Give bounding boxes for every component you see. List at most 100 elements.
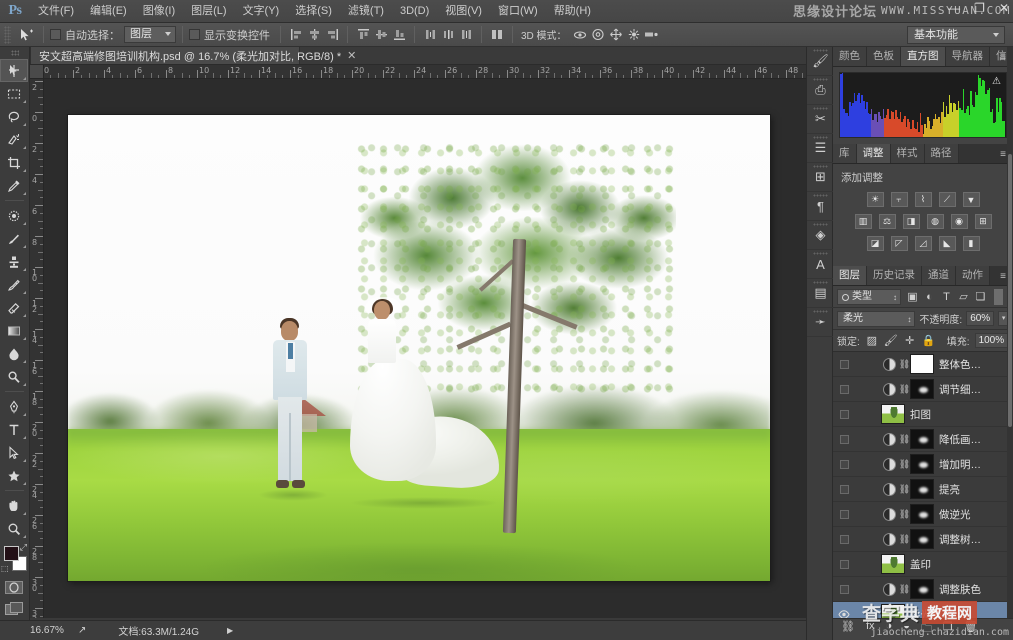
roll-3d-icon[interactable] [589,26,607,44]
timeline-dock-icon[interactable]: ☰ [807,134,834,163]
document-canvas[interactable] [68,115,770,581]
layer-visibility-toggle[interactable] [835,377,853,402]
layer-thumbnail[interactable] [910,354,934,374]
layer-name[interactable]: 增加明… [937,457,981,472]
layer-visibility-toggle[interactable] [835,552,853,577]
options-bar-grip[interactable] [4,25,11,44]
orbit-3d-icon[interactable] [571,26,589,44]
panel-tab-导航器[interactable]: 导航器 [945,47,990,66]
filter-pixel-icon[interactable]: ▣ [904,289,921,305]
menu-item-8[interactable]: 视图(V) [437,0,490,23]
hue-saturation-adj-icon[interactable]: ▥ [854,214,872,229]
layer-name[interactable]: 调节细… [937,382,981,397]
align-middle-v-icon[interactable] [372,26,390,44]
document-tab[interactable]: 安文超高端修图培训机构.psd @ 16.7% (柔光加对比, RGB/8) *… [30,46,356,64]
layer-thumbnail[interactable] [881,404,905,424]
menu-item-7[interactable]: 3D(D) [392,0,437,23]
hand-tool-icon[interactable] [0,494,28,517]
align-bottom-icon[interactable] [390,26,408,44]
layer-row[interactable]: ⛓ 降低画… [833,427,1013,452]
link-layers-icon[interactable]: ⛓ [841,620,855,639]
layer-mask-link-icon[interactable]: ⛓ [899,384,910,395]
curves-adj-icon[interactable]: ⌇ [914,192,932,207]
layer-visibility-toggle[interactable] [835,427,853,452]
type-tool-icon[interactable] [0,418,28,441]
opacity-value[interactable]: 60% [966,311,995,326]
close-document-icon[interactable]: ✕ [347,49,356,62]
custom-shape-tool-icon[interactable] [0,464,28,487]
status-expand-icon[interactable]: ▶ [227,626,233,635]
adjustment-layer-thumbnail[interactable] [883,507,896,521]
layer-row[interactable]: 盖印 [833,552,1013,577]
minimize-icon[interactable]: — [948,1,960,15]
swap-colors-icon[interactable]: ⤢ [20,542,27,553]
menu-item-1[interactable]: 编辑(E) [82,0,135,23]
align-top-icon[interactable] [354,26,372,44]
notes-dock-icon[interactable]: ¶ [807,192,834,221]
panel-tab-路径[interactable]: 路径 [924,144,959,163]
align-center-h-icon[interactable] [305,26,323,44]
lock-transparent-pixels-icon[interactable]: ▨ [865,333,879,348]
layer-visibility-toggle[interactable] [835,352,853,377]
layer-name[interactable]: 调整树… [937,532,981,547]
blur-tool-icon[interactable] [0,342,28,365]
measurement-log-dock-icon[interactable]: ⊞ [807,163,834,192]
workspace-switcher[interactable]: 基本功能 [907,26,1005,44]
zoom-tool-icon[interactable] [0,517,28,540]
screen-mode-icon[interactable] [0,598,28,620]
layer-thumbnail[interactable] [910,454,934,474]
brushes-dock-icon[interactable]: 🖌 [807,47,834,76]
pan-3d-icon[interactable] [607,26,625,44]
gradient-tool-icon[interactable] [0,319,28,342]
menu-item-5[interactable]: 选择(S) [287,0,340,23]
quick-selection-tool-icon[interactable] [0,128,28,151]
vibrance-adj-icon[interactable]: ▼ [962,192,980,207]
layer-name[interactable]: 降低画… [937,432,981,447]
distribute-h-icon[interactable] [488,26,506,44]
path-selection-tool-icon[interactable] [0,441,28,464]
layer-thumbnail[interactable] [881,554,905,574]
slide-3d-icon[interactable] [625,26,643,44]
filter-shape-icon[interactable]: ▱ [955,289,972,305]
layer-mask-link-icon[interactable]: ⛓ [899,434,910,445]
layer-name[interactable]: 整体色… [937,357,981,372]
menu-item-6[interactable]: 滤镜(T) [340,0,392,23]
adjustment-layer-thumbnail[interactable] [883,357,896,371]
adjustment-layer-thumbnail[interactable] [883,382,896,396]
layer-name[interactable]: 调整肤色 [937,582,981,597]
auto-select-checkbox[interactable] [50,29,61,40]
filter-type-icon[interactable]: T [938,289,955,305]
clone-source-dock-icon[interactable]: ⎙ [807,76,834,105]
panel-tab-动作[interactable]: 动作 [956,266,990,285]
align-left-icon[interactable] [287,26,305,44]
selective-color-adj-icon[interactable]: ◣ [938,236,956,251]
vertical-ruler[interactable]: 2 0 2 4 6 8 1​0 1​2 1​4 1​6 1​8 2​0 2​2 2​4 2​6 2​8 3​0 3… [30,79,44,618]
layer-mask-link-icon[interactable]: ⛓ [899,584,910,595]
fill-value[interactable]: 100% [974,333,1009,348]
eyedropper-tool-icon[interactable] [0,174,28,197]
layer-visibility-toggle[interactable] [835,477,853,502]
threshold-adj-icon[interactable]: ◿ [914,236,932,251]
panel-tab-历史记录[interactable]: 历史记录 [867,266,922,285]
menu-item-10[interactable]: 帮助(H) [546,0,599,23]
menu-item-0[interactable]: 文件(F) [30,0,82,23]
layer-name[interactable]: 提亮 [937,482,960,497]
layer-row[interactable]: ⛓ 做逆光 [833,502,1013,527]
layer-filter-kind-dropdown[interactable]: 类型 [837,288,901,305]
distribute-top-icon[interactable] [421,26,439,44]
layer-list[interactable]: ⛓ 整体色… ⛓ 调节细… 扣图 ⛓ 降低画… ⛓ 增加明… ⛓ 提亮 ⛓ 做逆光 ⛓ 调整树… 盖印 ⛓ 调整肤… [833,352,1013,640]
blend-mode-dropdown[interactable]: 柔光 [837,310,916,327]
layer-thumbnail[interactable] [910,479,934,499]
layer-visibility-toggle[interactable] [835,402,853,427]
black-white-adj-icon[interactable]: ◨ [902,214,920,229]
pen-tool-icon[interactable] [0,395,28,418]
history-brush-tool-icon[interactable] [0,273,28,296]
lasso-tool-icon[interactable] [0,105,28,128]
close-icon[interactable]: ✕ [999,1,1009,15]
layer-mask-link-icon[interactable]: ⛓ [899,459,910,470]
actions-dock-icon[interactable]: ➛ [807,308,834,337]
layer-row[interactable]: ⛓ 整体色… [833,352,1013,377]
layer-row[interactable]: 扣图 [833,402,1013,427]
clone-stamp-tool-icon[interactable] [0,250,28,273]
layer-visibility-toggle[interactable] [835,502,853,527]
